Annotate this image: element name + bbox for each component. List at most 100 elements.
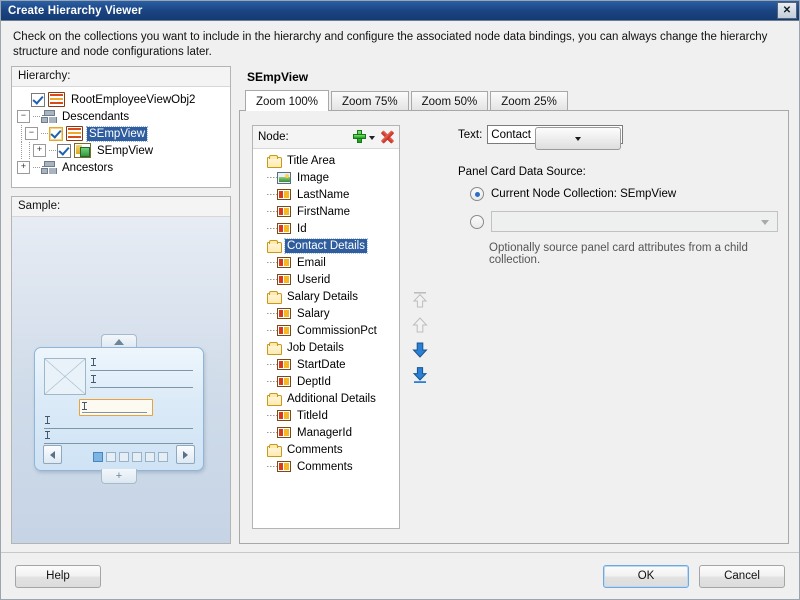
list-item[interactable]: FirstName — [257, 203, 397, 220]
text-field-row: Text: Contact Details — [458, 125, 778, 150]
list-item[interactable]: Additional Details — [257, 390, 397, 407]
node-item-label: Salary — [297, 307, 330, 320]
list-item[interactable]: Comments — [257, 441, 397, 458]
tree-guide-line — [267, 177, 277, 178]
node-item-label: Additional Details — [287, 392, 376, 405]
list-item[interactable]: TitleId — [257, 407, 397, 424]
radio-current-node-collection-label: Current Node Collection: SEmpView — [491, 188, 677, 200]
radio-current-node-collection[interactable] — [470, 187, 484, 201]
node-item-label: Comments — [287, 443, 343, 456]
group-icon — [41, 110, 57, 123]
hierarchy-tree[interactable]: RootEmployeeViewObj2 − Descendants − SEm… — [12, 87, 230, 187]
sample-field-line — [82, 412, 147, 413]
tree-guide-line — [267, 211, 277, 212]
list-item[interactable]: Image — [257, 169, 397, 186]
node-item-label: StartDate — [297, 358, 346, 371]
list-item[interactable]: DeptId — [257, 373, 397, 390]
radio-child-collection-row[interactable] — [458, 211, 778, 232]
folder-icon — [267, 392, 282, 406]
view-object-icon — [66, 126, 83, 141]
folder-icon — [267, 239, 282, 253]
tab-zoom-50[interactable]: Zoom 50% — [410, 91, 489, 110]
tree-guide-line — [267, 228, 277, 229]
window-title: Create Hierarchy Viewer — [8, 4, 143, 17]
help-button[interactable]: Help — [15, 564, 101, 588]
attribute-icon — [277, 325, 291, 336]
node-list[interactable]: Title Area Image LastName FirstName Id C… — [253, 149, 399, 528]
list-item[interactable]: Title Area — [257, 152, 397, 169]
tab-zoom-75[interactable]: Zoom 75% — [331, 91, 409, 110]
chevron-down-icon[interactable] — [535, 127, 622, 150]
move-to-bottom-arrow-icon[interactable] — [411, 366, 429, 384]
radio-current-node-collection-row[interactable]: Current Node Collection: SEmpView — [458, 187, 778, 201]
dialog-body: Hierarchy: RootEmployeeViewObj2 − Descen… — [1, 66, 799, 544]
tree-item-label: RootEmployeeViewObj2 — [71, 93, 196, 106]
child-collection-combobox[interactable] — [491, 211, 778, 232]
list-item[interactable]: Salary — [257, 305, 397, 322]
list-item[interactable]: Id — [257, 220, 397, 237]
sample-panel: Sample: + — [11, 196, 231, 544]
ok-button[interactable]: OK — [603, 564, 689, 588]
list-item[interactable]: Email — [257, 254, 397, 271]
folder-icon — [267, 341, 282, 355]
attribute-icon — [277, 461, 291, 472]
tree-item-rootemployeeviewobj2[interactable]: RootEmployeeViewObj2 — [17, 91, 227, 108]
tree-item-descendants[interactable]: − Descendants — [17, 108, 227, 125]
list-item[interactable]: ManagerId — [257, 424, 397, 441]
list-item[interactable]: Userid — [257, 271, 397, 288]
radio-child-collection[interactable] — [470, 214, 484, 229]
tree-item-ancestors[interactable]: + Ancestors — [17, 159, 227, 176]
list-item[interactable]: LastName — [257, 186, 397, 203]
node-list-box: Node: Title Area Image LastName FirstNam… — [252, 125, 400, 529]
tree-guide-line — [267, 262, 277, 263]
text-label: Text: — [458, 128, 483, 141]
text-cursor-icon — [45, 416, 50, 424]
text-combobox[interactable]: Contact Details — [487, 125, 624, 150]
sample-page-dots — [93, 452, 168, 462]
sample-highlighted-field — [79, 399, 153, 416]
tab-zoom-25[interactable]: Zoom 25% — [490, 91, 568, 110]
node-item-label: TitleId — [297, 409, 328, 422]
move-down-arrow-icon[interactable] — [411, 341, 429, 359]
tree-guide-line — [25, 142, 33, 159]
tree-guide-line — [267, 313, 277, 314]
tree-expander-expand-icon[interactable]: + — [17, 161, 30, 174]
list-item[interactable]: Salary Details — [257, 288, 397, 305]
left-column: Hierarchy: RootEmployeeViewObj2 − Descen… — [11, 66, 231, 544]
sample-field-line — [44, 428, 193, 429]
tree-checkbox[interactable] — [57, 143, 71, 158]
node-item-label: Id — [297, 222, 307, 235]
move-to-top-arrow-icon[interactable] — [411, 291, 429, 309]
tree-checkbox[interactable] — [31, 92, 45, 107]
node-item-label: DeptId — [297, 375, 331, 388]
sample-field-line — [44, 443, 193, 444]
accessor-icon — [74, 143, 91, 158]
node-label: Node: — [258, 130, 289, 143]
move-up-arrow-icon[interactable] — [411, 316, 429, 334]
tree-guide-line — [267, 364, 277, 365]
chevron-down-icon[interactable] — [368, 130, 376, 144]
tree-item-sempview-accessor[interactable]: + SEmpView — [17, 142, 227, 159]
list-item-contact-details[interactable]: Contact Details — [257, 237, 397, 254]
tab-zoom-100[interactable]: Zoom 100% — [245, 90, 330, 111]
list-item[interactable]: CommissionPct — [257, 322, 397, 339]
list-item[interactable]: Comments — [257, 458, 397, 475]
list-item[interactable]: Job Details — [257, 339, 397, 356]
tree-expander-collapse-icon[interactable]: − — [25, 127, 38, 140]
close-icon[interactable]: ✕ — [777, 2, 797, 19]
tree-expander-expand-icon[interactable]: + — [33, 144, 46, 157]
cancel-button[interactable]: Cancel — [699, 564, 785, 588]
attribute-icon — [277, 410, 291, 421]
attribute-icon — [277, 359, 291, 370]
panel-card-data-source-label: Panel Card Data Source: — [458, 166, 586, 178]
tree-expander-collapse-icon[interactable]: − — [17, 110, 30, 123]
tree-checkbox[interactable] — [49, 126, 63, 141]
zoom-tabstrip: Zoom 100% Zoom 75% Zoom 50% Zoom 25% — [239, 90, 789, 111]
tree-item-sempview-view[interactable]: − SEmpView — [17, 125, 227, 142]
sample-label-text: Sample: — [18, 200, 61, 212]
attribute-icon — [277, 376, 291, 387]
add-plus-icon[interactable] — [352, 129, 367, 144]
list-item[interactable]: StartDate — [257, 356, 397, 373]
text-cursor-icon — [45, 431, 50, 439]
delete-x-icon[interactable] — [380, 129, 395, 144]
